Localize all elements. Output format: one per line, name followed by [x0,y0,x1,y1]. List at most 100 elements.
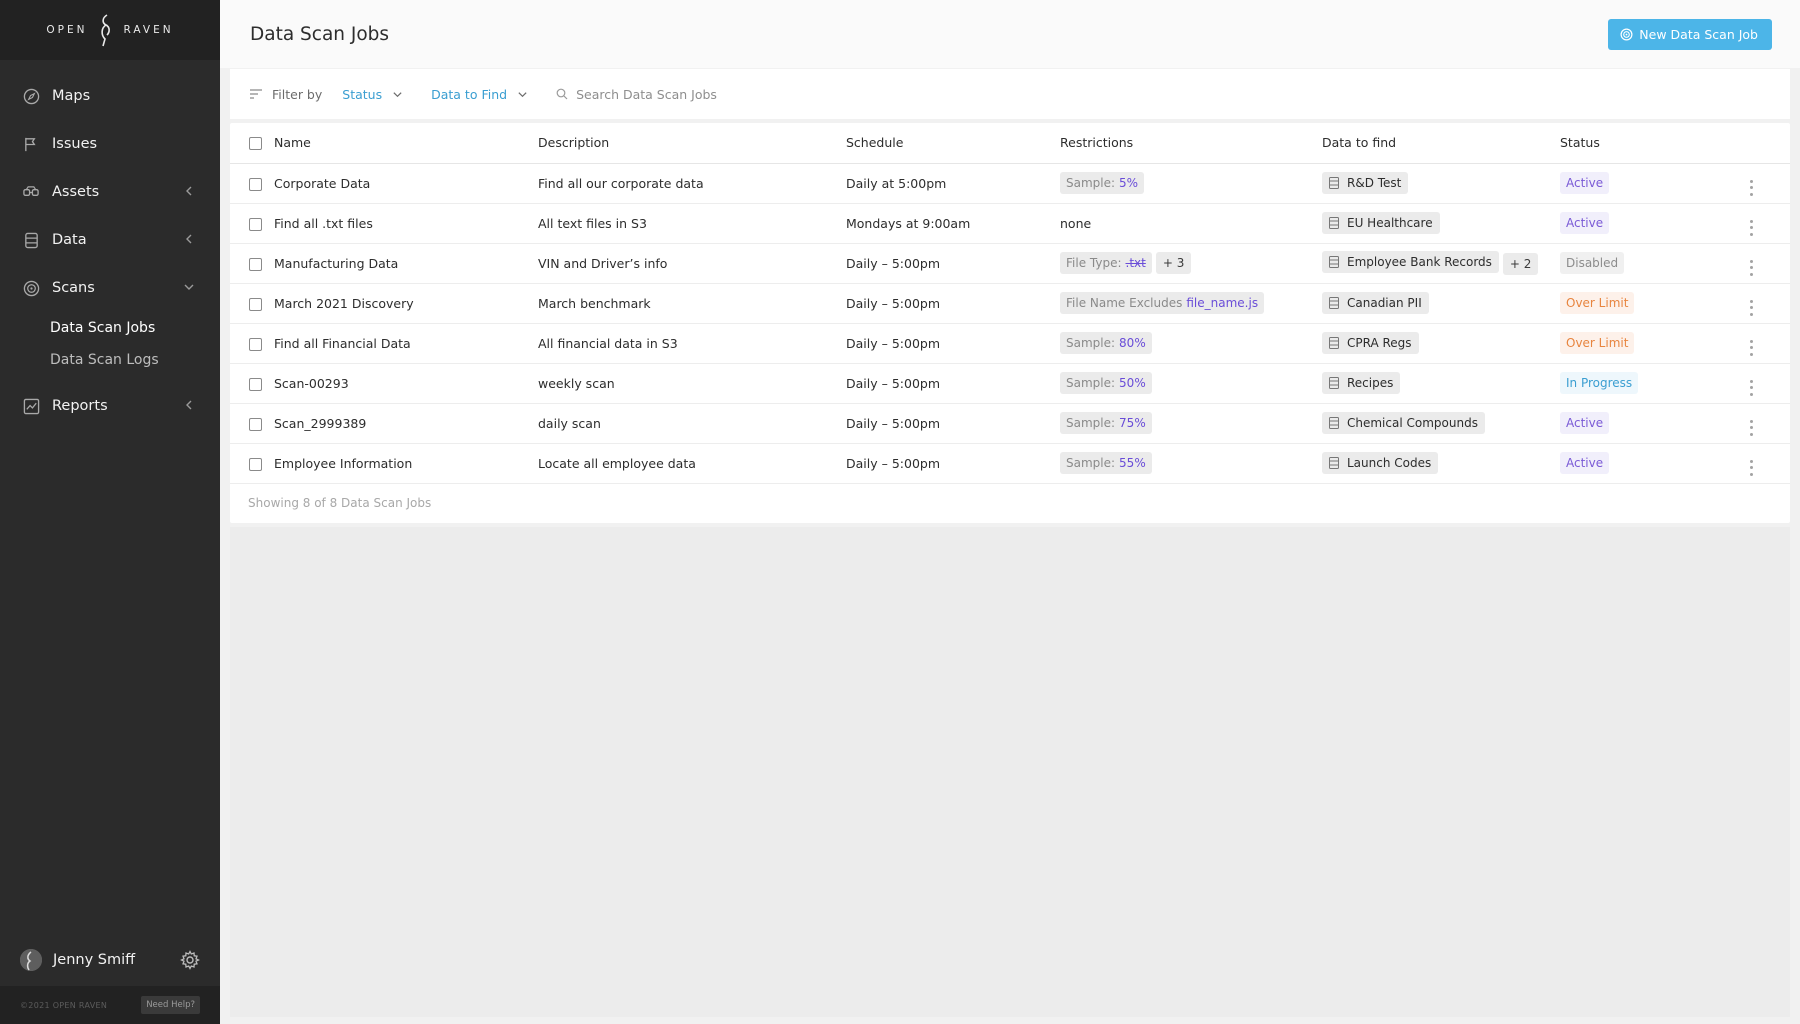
row-menu-icon[interactable] [1750,179,1754,196]
sidebar-item-assets[interactable]: Assets [0,168,220,216]
table-row[interactable]: Scan-00293 weekly scan Daily – 5:00pm Sa… [230,363,1790,404]
avatar[interactable] [20,949,42,971]
row-description: All financial data in S3 [538,323,846,364]
select-all-checkbox[interactable] [249,137,262,151]
row-checkbox[interactable] [249,457,262,471]
restriction-label: File Type: [1066,256,1122,270]
row-name[interactable]: Corporate Data [274,163,538,204]
table-row[interactable]: Corporate Data Find all our corporate da… [230,163,1790,204]
row-schedule: Daily – 5:00pm [846,283,1060,324]
row-description: daily scan [538,403,846,444]
row-name[interactable]: Find all .txt files [274,203,538,244]
target-icon [1620,28,1633,41]
row-actions-cell [1750,443,1790,484]
data-to-find-filter-dropdown[interactable]: Data to Find [431,87,528,102]
row-schedule: Daily at 5:00pm [846,163,1060,204]
data-chip-label: Canadian PII [1347,296,1422,310]
sidebar-item-maps[interactable]: Maps [0,72,220,120]
sidebar-item-data[interactable]: Data [0,216,220,264]
row-schedule: Mondays at 9:00am [846,203,1060,244]
row-schedule: Daily – 5:00pm [846,403,1060,444]
row-description: Locate all employee data [538,443,846,484]
column-header-restrictions[interactable]: Restrictions [1060,123,1322,164]
sidebar-item-reports[interactable]: Reports [0,382,220,430]
row-actions-cell [1750,243,1790,284]
data-more-chip[interactable]: + 2 [1502,253,1539,275]
restriction-label: Sample: [1066,336,1116,350]
row-restrictions: File Name Excludes file_name.js [1060,283,1322,324]
restriction-label: Sample: [1066,456,1116,470]
filter-label: Filter by [272,86,323,102]
row-menu-icon[interactable] [1750,379,1754,396]
need-help-button[interactable]: Need Help? [141,996,200,1014]
status-filter-label: Status [342,86,383,102]
restriction-value: 80% [1119,336,1146,350]
row-menu-icon[interactable] [1750,339,1754,356]
sidebar-subitem-data-scan-logs[interactable]: Data Scan Logs [0,344,220,376]
main-content: Data Scan Jobs New Data Scan Job Filter … [220,0,1800,1024]
sidebar-item-issues[interactable]: Issues [0,120,220,168]
data-chip-label: R&D Test [1347,176,1402,190]
table-row[interactable]: Find all Financial Data All financial da… [230,323,1790,364]
sidebar-item-scans[interactable]: Scans [0,264,220,312]
row-checkbox[interactable] [249,417,262,431]
row-name[interactable]: Scan-00293 [274,363,538,404]
row-status-cell: In Progress [1560,363,1750,404]
row-status-cell: Active [1560,403,1750,444]
row-restrictions: Sample: 75% [1060,403,1322,444]
row-menu-icon[interactable] [1750,259,1754,276]
restriction-more-chip[interactable]: + 3 [1155,252,1192,274]
status-badge: Disabled [1560,252,1625,274]
row-checkbox[interactable] [249,377,262,391]
restriction-value: .txt [1125,256,1146,270]
row-menu-icon[interactable] [1750,299,1754,316]
row-name[interactable]: Employee Information [274,443,538,484]
table-row[interactable]: Manufacturing Data VIN and Driver’s info… [230,243,1790,284]
page-title: Data Scan Jobs [250,23,390,45]
column-header-schedule[interactable]: Schedule [846,123,1060,164]
row-checkbox[interactable] [249,337,262,351]
row-restrictions: Sample: 5% [1060,163,1322,204]
table-row[interactable]: March 2021 Discovery March benchmark Dai… [230,283,1790,324]
column-header-description[interactable]: Description [538,123,846,164]
row-menu-icon[interactable] [1750,459,1754,476]
flag-icon [22,135,40,153]
status-filter-dropdown[interactable]: Status [342,87,403,102]
new-data-scan-job-button[interactable]: New Data Scan Job [1608,19,1772,50]
row-name[interactable]: Manufacturing Data [274,243,538,284]
row-checkbox[interactable] [249,257,262,271]
table-row[interactable]: Employee Information Locate all employee… [230,443,1790,484]
restriction-chip: Sample: 55% [1060,452,1152,474]
gear-icon[interactable] [180,950,200,970]
row-checkbox[interactable] [249,217,262,231]
column-header-name[interactable]: Name [274,123,538,164]
data-chip: R&D Test [1322,172,1409,194]
user-profile: Jenny Smiff [0,934,220,986]
row-checkbox[interactable] [249,177,262,191]
table-row[interactable]: Scan_2999389 daily scan Daily – 5:00pm S… [230,403,1790,444]
sidebar-item-label: Maps [52,88,91,104]
row-select-cell [230,363,274,404]
row-menu-icon[interactable] [1750,219,1754,236]
logo[interactable]: OPEN RAVEN [0,0,220,60]
status-badge: Active [1560,212,1610,234]
chevron-left-icon [186,234,192,244]
data-chip: EU Healthcare [1322,212,1440,234]
row-name[interactable]: Find all Financial Data [274,323,538,364]
chart-icon [22,397,40,415]
restriction-label: Sample: [1066,416,1116,430]
scan-jobs-table: Name Description Schedule Restrictions D… [230,123,1790,484]
row-data-to-find: Recipes [1322,363,1560,404]
row-name[interactable]: March 2021 Discovery [274,283,538,324]
row-menu-icon[interactable] [1750,419,1754,436]
sidebar-subitem-data-scan-jobs[interactable]: Data Scan Jobs [0,312,220,344]
row-name[interactable]: Scan_2999389 [274,403,538,444]
search-input[interactable] [576,86,877,102]
restriction-chip: Sample: 75% [1060,412,1152,434]
row-checkbox[interactable] [249,297,262,311]
data-chip: Recipes [1322,372,1401,394]
table-footer-count: Showing 8 of 8 Data Scan Jobs [248,495,432,510]
table-row[interactable]: Find all .txt files All text files in S3… [230,203,1790,244]
column-header-data-to-find[interactable]: Data to find [1322,123,1560,164]
column-header-status[interactable]: Status [1560,123,1750,164]
